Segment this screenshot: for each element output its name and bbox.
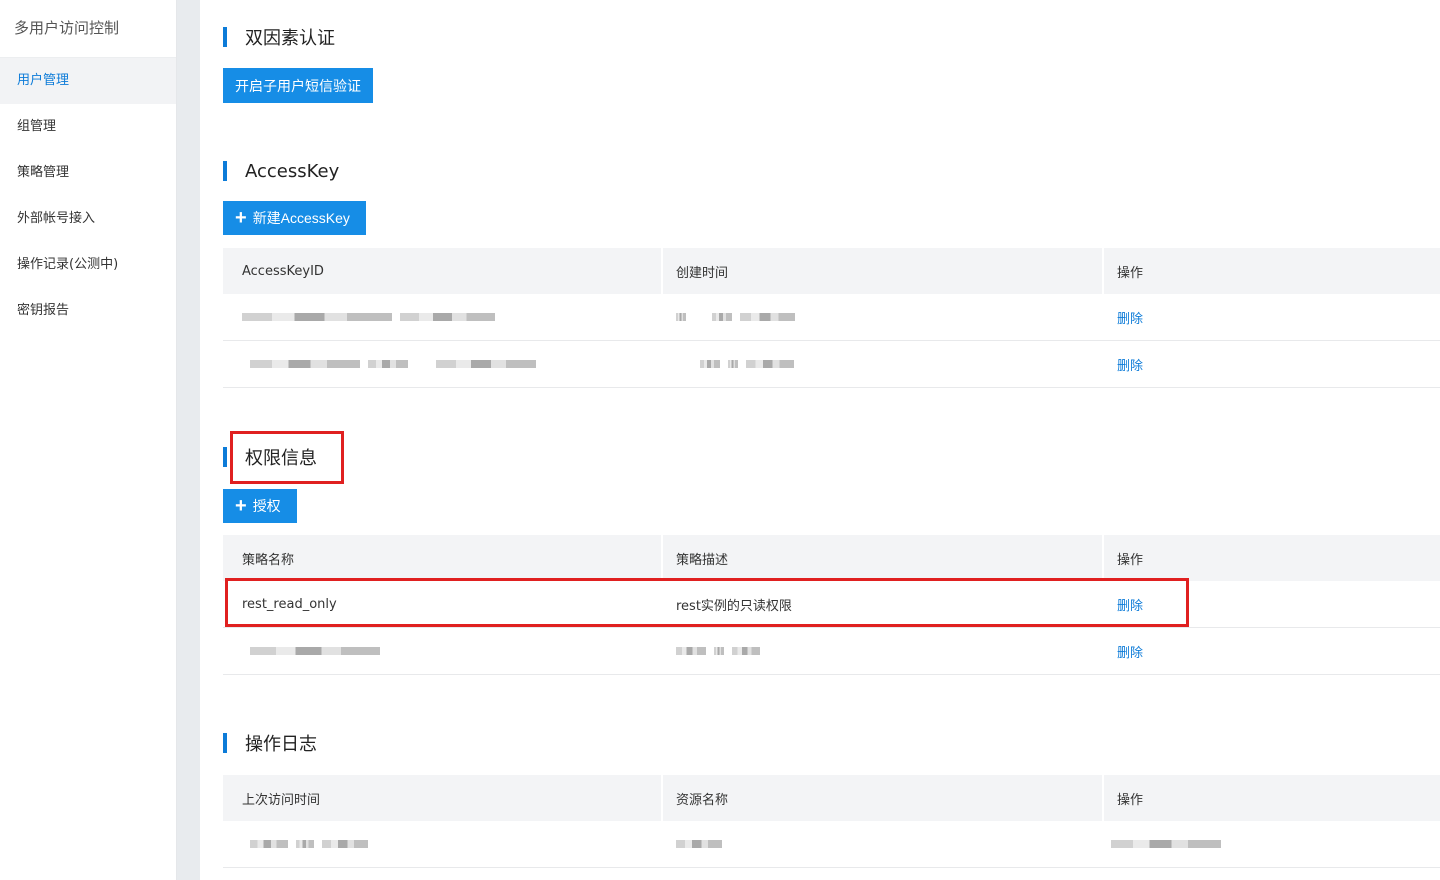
accesskey-id-cell — [223, 294, 663, 340]
redacted-text — [1111, 840, 1221, 848]
redacted-text — [400, 313, 495, 321]
section-title-mfa: 双因素认证 — [223, 26, 335, 49]
redacted-text — [746, 360, 794, 368]
policy-name-cell — [223, 628, 663, 674]
redacted-text — [728, 360, 738, 368]
table-header: 策略名称 策略描述 操作 — [223, 535, 1440, 581]
action-cell: 删除 — [1104, 294, 1440, 340]
delete-link[interactable]: 删除 — [1117, 642, 1143, 661]
delete-link[interactable]: 删除 — [1117, 355, 1143, 374]
action-cell: 删除 — [1104, 341, 1440, 387]
section-title-text: AccessKey — [245, 160, 340, 182]
column-header: 操作 — [1117, 792, 1144, 808]
redacted-text — [714, 647, 724, 655]
new-accesskey-button[interactable]: + 新建AccessKey — [223, 201, 366, 235]
highlight-box — [225, 578, 1189, 627]
sidebar: 多用户访问控制 用户管理 组管理 策略管理 外部帐号接入 操作记录(公测中) 密… — [0, 0, 177, 880]
plus-icon: + — [235, 495, 247, 517]
redacted-text — [676, 313, 686, 321]
redacted-text — [712, 313, 732, 321]
action-cell: 删除 — [1104, 628, 1440, 674]
column-header: 操作 — [1117, 552, 1144, 568]
redacted-text — [250, 647, 380, 655]
section-title-accesskey: AccessKey — [223, 160, 339, 182]
action-cell — [1104, 821, 1440, 867]
table-header: 上次访问时间 资源名称 操作 — [223, 775, 1440, 821]
enable-sms-verification-button[interactable]: 开启子用户短信验证 — [223, 68, 373, 103]
sidebar-item-users[interactable]: 用户管理 — [0, 58, 176, 104]
highlight-box — [230, 431, 344, 484]
column-header: AccessKeyID — [223, 248, 663, 294]
redacted-text — [732, 647, 760, 655]
redacted-text — [676, 647, 706, 655]
accesskey-id-cell — [223, 341, 663, 387]
logs-table: 上次访问时间 资源名称 操作 — [223, 775, 1440, 868]
sidebar-item-key-report[interactable]: 密钥报告 — [0, 288, 176, 334]
column-header: 策略描述 — [663, 535, 1104, 581]
redacted-text — [250, 840, 288, 848]
created-time-cell — [663, 294, 1104, 340]
sidebar-gutter — [177, 0, 200, 880]
sidebar-item-external-accounts[interactable]: 外部帐号接入 — [0, 196, 176, 242]
column-header: 操作 — [1117, 265, 1144, 281]
redacted-text — [700, 360, 720, 368]
plus-icon: + — [235, 207, 247, 229]
sidebar-item-operation-records[interactable]: 操作记录(公测中) — [0, 242, 176, 288]
policy-description-cell — [663, 628, 1104, 674]
column-header: 资源名称 — [663, 775, 1104, 821]
redacted-text — [322, 840, 368, 848]
last-access-time-cell — [223, 821, 663, 867]
accesskey-table: AccessKeyID 创建时间 操作 删除 删除 — [223, 248, 1440, 388]
redacted-text — [368, 360, 408, 368]
section-title-text: 双因素认证 — [245, 28, 335, 49]
resource-name-cell — [663, 821, 1104, 867]
section-title-logs: 操作日志 — [223, 732, 317, 755]
redacted-text — [296, 840, 314, 848]
column-header: 创建时间 — [663, 248, 1104, 294]
section-marker — [223, 27, 227, 47]
section-title-text: 操作日志 — [245, 734, 317, 755]
section-marker — [223, 161, 227, 181]
column-header: 策略名称 — [223, 535, 663, 581]
button-label: 授权 — [252, 498, 281, 514]
sidebar-title: 多用户访问控制 — [0, 0, 176, 58]
grant-permission-button[interactable]: + 授权 — [223, 489, 297, 523]
redacted-text — [250, 360, 360, 368]
main-content: 双因素认证 开启子用户短信验证 AccessKey + 新建AccessKey … — [200, 0, 1440, 880]
redacted-text — [740, 313, 795, 321]
sidebar-item-groups[interactable]: 组管理 — [0, 104, 176, 150]
created-time-cell — [663, 341, 1104, 387]
table-row: 删除 — [223, 341, 1440, 388]
table-row: 删除 — [223, 628, 1440, 675]
button-label: 新建AccessKey — [252, 210, 350, 226]
redacted-text — [676, 840, 722, 848]
table-row — [223, 821, 1440, 868]
section-marker — [223, 447, 227, 467]
section-marker — [223, 733, 227, 753]
table-row: 删除 — [223, 294, 1440, 341]
redacted-text — [436, 360, 536, 368]
table-header: AccessKeyID 创建时间 操作 — [223, 248, 1440, 294]
sidebar-item-policies[interactable]: 策略管理 — [0, 150, 176, 196]
redacted-text — [242, 313, 392, 321]
delete-link[interactable]: 删除 — [1117, 308, 1143, 327]
column-header: 上次访问时间 — [223, 775, 663, 821]
